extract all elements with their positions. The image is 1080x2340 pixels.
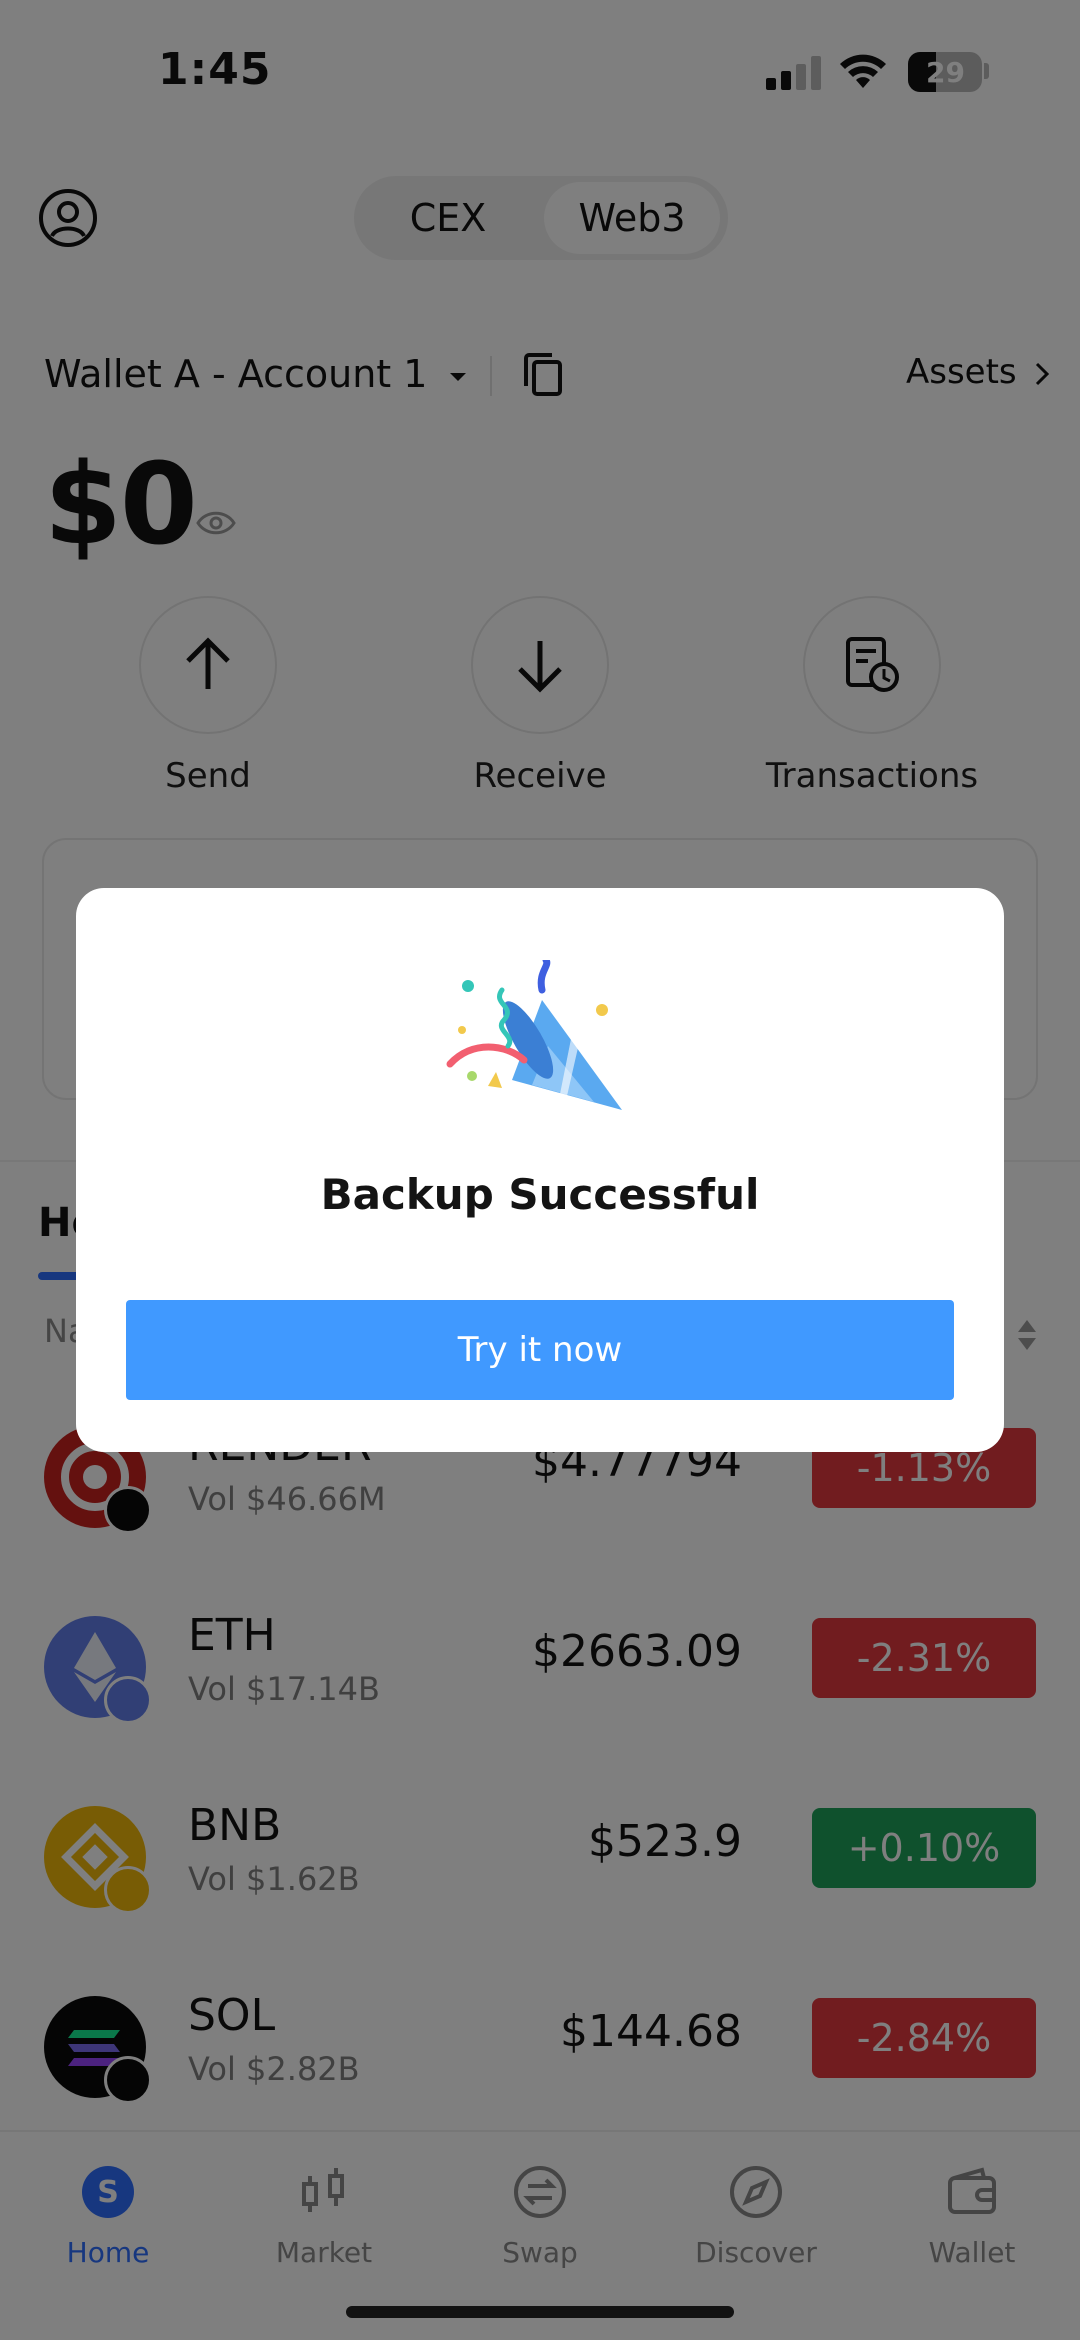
backup-success-dialog: Backup Successful Try it now xyxy=(76,888,1004,1452)
home-indicator xyxy=(346,2306,734,2318)
try-it-now-button[interactable]: Try it now xyxy=(126,1300,954,1400)
dialog-title: Backup Successful xyxy=(320,1170,760,1219)
party-popper-icon xyxy=(446,960,622,1110)
